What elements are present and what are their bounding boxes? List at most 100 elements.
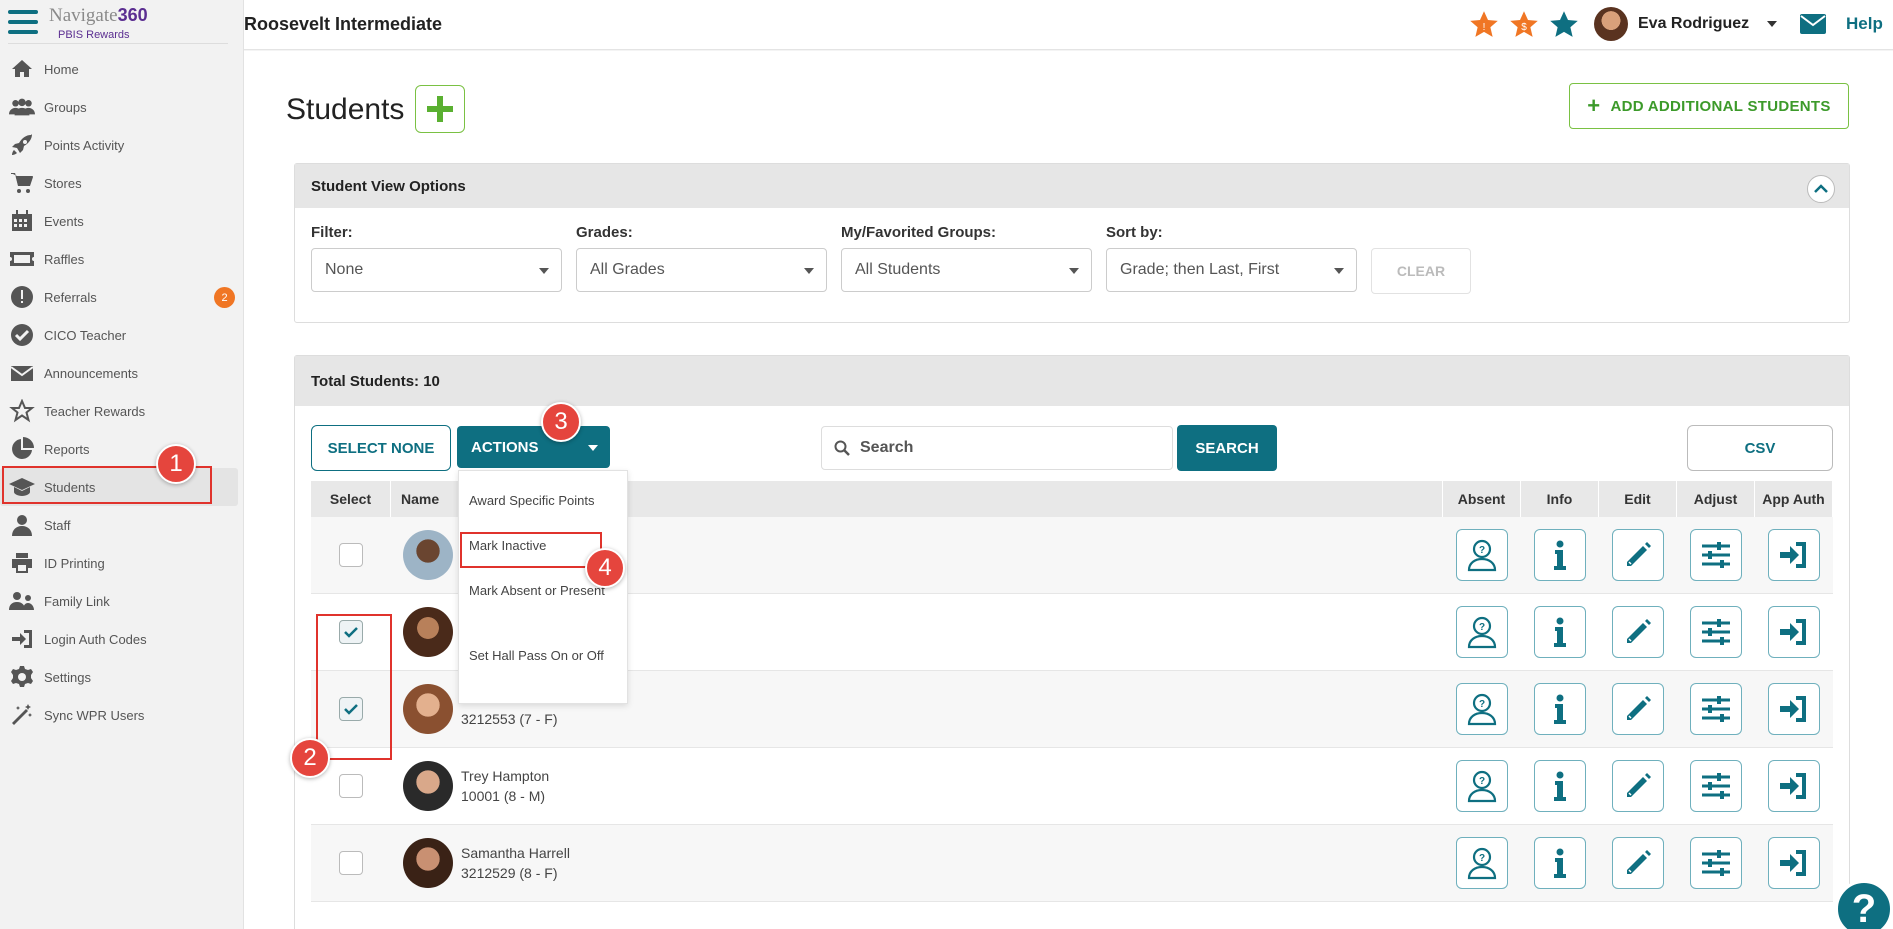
column-absent: Absent [1443, 481, 1521, 517]
row-checkbox[interactable] [339, 697, 363, 721]
sidebar-item-id-printing[interactable]: ID Printing [0, 544, 244, 582]
sidebar-item-groups[interactable]: Groups [0, 88, 244, 126]
sidebar-item-points-activity[interactable]: Points Activity [0, 126, 244, 164]
edit-button[interactable] [1612, 683, 1664, 735]
app-auth-button[interactable] [1768, 606, 1820, 658]
info-button[interactable] [1534, 837, 1586, 889]
user-menu[interactable]: Eva Rodriguez [1594, 7, 1778, 41]
info-button[interactable] [1534, 606, 1586, 658]
help-link[interactable]: Help [1846, 14, 1883, 34]
select-cell [311, 517, 391, 593]
filter-select[interactable]: None [311, 248, 562, 292]
adjust-button[interactable] [1690, 683, 1742, 735]
groups-label: My/Favorited Groups: [841, 224, 997, 241]
user-icon [8, 513, 36, 537]
sidebar-item-login-auth-codes[interactable]: Login Auth Codes [0, 620, 244, 658]
adjust-button[interactable] [1690, 760, 1742, 812]
select-none-button[interactable]: SELECT NONE [311, 425, 451, 471]
filter-group: Filter: None [311, 224, 562, 294]
app-auth-button[interactable] [1768, 683, 1820, 735]
adjust-button[interactable] [1690, 606, 1742, 658]
action-cell: ? [1443, 594, 1521, 670]
edit-button[interactable] [1612, 837, 1664, 889]
absent-button[interactable]: ? [1456, 837, 1508, 889]
search-button[interactable]: SEARCH [1177, 425, 1277, 471]
menu-item-set-hall-pass[interactable]: Set Hall Pass On or Off [469, 646, 619, 666]
edit-button[interactable] [1612, 529, 1664, 581]
sort-select[interactable]: Grade; then Last, First [1106, 248, 1357, 292]
add-additional-students-button[interactable]: + ADD ADDITIONAL STUDENTS [1569, 83, 1849, 129]
star-badge-icon[interactable]: $ [1508, 10, 1540, 40]
app-auth-button[interactable] [1768, 529, 1820, 581]
sidebar-item-label: CICO Teacher [44, 327, 127, 343]
action-cell [1755, 517, 1833, 593]
absent-icon: ? [1465, 846, 1499, 880]
sidebar-item-students[interactable]: Students [0, 468, 238, 506]
sidebar-item-settings[interactable]: Settings [0, 658, 244, 696]
actions-label: ACTIONS [471, 438, 539, 456]
app-auth-button[interactable] [1768, 837, 1820, 889]
student-avatar [403, 684, 453, 734]
absent-button[interactable]: ? [1456, 606, 1508, 658]
row-checkbox[interactable] [339, 774, 363, 798]
info-button[interactable] [1534, 683, 1586, 735]
adjust-button[interactable] [1690, 837, 1742, 889]
sidebar-item-stores[interactable]: Stores [0, 164, 244, 202]
sidebar-item-reports[interactable]: Reports [0, 430, 244, 468]
step-marker: 4 [585, 548, 625, 588]
add-student-button[interactable] [415, 85, 465, 133]
menu-item-award-specific-points[interactable]: Award Specific Points [469, 491, 619, 511]
star-icon[interactable] [1548, 10, 1580, 40]
printer-icon [8, 551, 36, 575]
column-select[interactable]: Select [311, 481, 391, 517]
student-info: Samantha Harrell 3212529 (8 - F) [461, 843, 570, 883]
sidebar-item-staff[interactable]: Staff [0, 506, 244, 544]
row-checkbox[interactable] [339, 620, 363, 644]
adjust-button[interactable] [1690, 529, 1742, 581]
clear-button[interactable]: CLEAR [1371, 248, 1471, 294]
action-cell [1521, 594, 1599, 670]
filters-row: Filter: None Grades: All Grades My/Favor… [311, 224, 1471, 294]
edit-button[interactable] [1612, 606, 1664, 658]
sidebar-item-teacher-rewards[interactable]: Teacher Rewards [0, 392, 244, 430]
sidebar-item-home[interactable]: Home [0, 50, 244, 88]
sidebar-item-announcements[interactable]: Announcements [0, 354, 244, 392]
column-info: Info [1521, 481, 1599, 517]
action-cell [1677, 748, 1755, 824]
csv-button[interactable]: CSV [1687, 425, 1833, 471]
actions-button[interactable]: ACTIONS [457, 426, 610, 468]
user-avatar [1594, 7, 1628, 41]
sidebar-item-label: Announcements [44, 365, 138, 381]
absent-icon: ? [1465, 692, 1499, 726]
collapse-button[interactable] [1807, 175, 1835, 203]
action-cell [1677, 594, 1755, 670]
absent-button[interactable]: ? [1456, 683, 1508, 735]
app-auth-button[interactable] [1768, 760, 1820, 812]
search-field[interactable] [821, 426, 1173, 470]
absent-button[interactable]: ? [1456, 529, 1508, 581]
sidebar-item-label: Login Auth Codes [44, 631, 147, 647]
star-badge-icon[interactable]: ! [1468, 10, 1500, 40]
sidebar-item-sync-wpr-users[interactable]: Sync WPR Users [0, 696, 244, 734]
edit-button[interactable] [1612, 760, 1664, 812]
sidebar-item-raffles[interactable]: Raffles [0, 240, 244, 278]
sidebar-item-cico-teacher[interactable]: CICO Teacher [0, 316, 244, 354]
sidebar-item-label: Settings [44, 669, 91, 685]
action-cell [1521, 825, 1599, 901]
grades-select[interactable]: All Grades [576, 248, 827, 292]
sidebar-item-referrals[interactable]: Referrals 2 [0, 278, 244, 316]
hamburger-menu-icon[interactable] [8, 10, 38, 38]
mail-icon[interactable] [1800, 14, 1826, 34]
search-input[interactable] [860, 439, 1140, 457]
row-checkbox[interactable] [339, 851, 363, 875]
sidebar-item-family-link[interactable]: Family Link [0, 582, 244, 620]
sidebar-item-label: Staff [44, 517, 71, 533]
row-checkbox[interactable] [339, 543, 363, 567]
info-button[interactable] [1534, 529, 1586, 581]
floating-help-button[interactable]: ? [1835, 880, 1893, 929]
info-button[interactable] [1534, 760, 1586, 812]
sidebar-item-events[interactable]: Events [0, 202, 244, 240]
sign-in-icon [1777, 846, 1811, 880]
absent-button[interactable]: ? [1456, 760, 1508, 812]
groups-select[interactable]: All Students [841, 248, 1092, 292]
